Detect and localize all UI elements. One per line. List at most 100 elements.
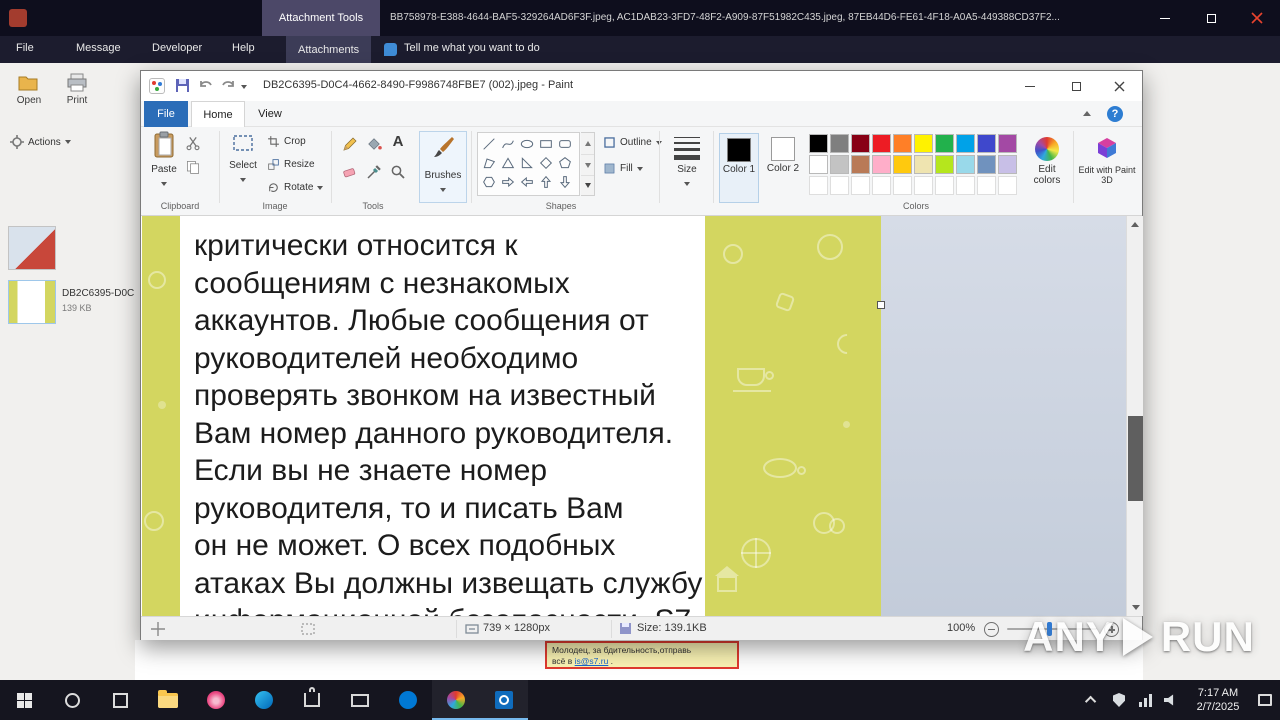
taskbar-paint[interactable] — [432, 680, 480, 720]
taskbar-photos[interactable] — [192, 680, 240, 720]
shape-oval-icon[interactable] — [517, 134, 536, 153]
zoom-out-button[interactable] — [984, 622, 999, 637]
resize-button[interactable]: Resize — [267, 158, 315, 171]
start-button[interactable] — [0, 680, 48, 720]
rotate-button[interactable]: Rotate — [267, 181, 324, 194]
color-picker-tool[interactable] — [365, 163, 383, 186]
zoom-slider-thumb[interactable] — [1047, 622, 1052, 636]
edit-with-paint3d-button[interactable]: Edit with Paint 3D — [1077, 133, 1137, 203]
palette-color-swatch[interactable] — [977, 134, 996, 153]
shape-polygon-icon[interactable] — [479, 153, 498, 172]
paint-maximize-button[interactable] — [1053, 71, 1099, 101]
shape-right-triangle-icon[interactable] — [517, 153, 536, 172]
palette-empty-slot[interactable] — [956, 176, 975, 195]
image-resize-handle[interactable] — [877, 301, 885, 309]
quick-print-button[interactable]: Print — [54, 71, 100, 127]
quick-access-dropdown-icon[interactable] — [241, 85, 247, 89]
ribbon-collapse-icon[interactable] — [1083, 111, 1091, 116]
brushes-button[interactable]: Brushes — [419, 131, 467, 203]
palette-color-swatch[interactable] — [830, 155, 849, 174]
paint-tab-file[interactable]: File — [144, 101, 188, 127]
attachment-thumbnail-2[interactable] — [8, 280, 56, 324]
contextual-tab-attachment-tools[interactable]: Attachment Tools — [262, 0, 380, 36]
palette-empty-slot[interactable] — [935, 176, 954, 195]
palette-empty-slot[interactable] — [830, 176, 849, 195]
palette-empty-slot[interactable] — [851, 176, 870, 195]
palette-color-swatch[interactable] — [809, 155, 828, 174]
scrollbar-thumb[interactable] — [1128, 416, 1143, 501]
palette-color-swatch[interactable] — [830, 134, 849, 153]
shape-outline-button[interactable]: Outline — [603, 136, 662, 149]
palette-color-swatch[interactable] — [935, 134, 954, 153]
palette-color-swatch[interactable] — [956, 134, 975, 153]
attachment-filename[interactable]: DB2C6395-D0C — [62, 288, 134, 299]
shapes-more-button[interactable] — [581, 175, 594, 195]
scrollbar-down-arrow[interactable] — [1127, 599, 1143, 616]
shape-up-arrow-icon[interactable] — [536, 172, 555, 191]
help-icon[interactable]: ? — [1107, 106, 1123, 122]
undo-button[interactable] — [198, 79, 214, 97]
shape-curve-icon[interactable] — [498, 134, 517, 153]
paint-tab-view[interactable]: View — [247, 101, 293, 127]
shape-rectangle-icon[interactable] — [536, 134, 555, 153]
actions-dropdown[interactable]: Actions — [10, 135, 71, 149]
text-tool[interactable]: A — [389, 133, 407, 151]
task-view-button[interactable] — [96, 680, 144, 720]
shape-line-icon[interactable] — [479, 134, 498, 153]
canvas-vertical-scrollbar[interactable] — [1126, 216, 1143, 616]
palette-color-swatch[interactable] — [893, 134, 912, 153]
palette-color-swatch[interactable] — [998, 134, 1017, 153]
action-center-button[interactable] — [1250, 680, 1280, 720]
palette-color-swatch[interactable] — [851, 134, 870, 153]
eraser-tool[interactable] — [341, 163, 359, 186]
tray-hidden-icons-button[interactable] — [1078, 680, 1106, 720]
fill-tool[interactable] — [365, 135, 383, 158]
edit-colors-button[interactable]: Edit colors — [1025, 133, 1069, 203]
crop-button[interactable]: Crop — [267, 135, 306, 148]
shape-pentagon-icon[interactable] — [555, 153, 574, 172]
zoom-slider-track[interactable] — [1007, 628, 1097, 630]
palette-empty-slot[interactable] — [893, 176, 912, 195]
palette-color-swatch[interactable] — [893, 155, 912, 174]
canvas-image[interactable]: критически относится к сообщениям с незна… — [142, 216, 881, 616]
paint-tab-home[interactable]: Home — [191, 101, 245, 127]
open-attachment-button[interactable]: Open — [6, 71, 52, 127]
paint-minimize-button[interactable] — [1007, 71, 1053, 101]
cut-button[interactable] — [185, 135, 201, 156]
shape-triangle-icon[interactable] — [498, 153, 517, 172]
save-button[interactable] — [175, 78, 190, 98]
tray-volume[interactable] — [1158, 680, 1184, 720]
palette-empty-slot[interactable] — [914, 176, 933, 195]
palette-color-swatch[interactable] — [851, 155, 870, 174]
shape-hexagon-icon[interactable] — [479, 172, 498, 191]
palette-color-swatch[interactable] — [809, 134, 828, 153]
outlook-close-button[interactable] — [1234, 0, 1280, 36]
tab-developer[interactable]: Developer — [152, 42, 202, 54]
copy-button[interactable] — [185, 159, 201, 180]
tray-network[interactable] — [1132, 680, 1158, 720]
taskbar-file-explorer[interactable] — [144, 680, 192, 720]
pencil-tool[interactable] — [341, 135, 359, 158]
outlook-maximize-button[interactable] — [1188, 0, 1234, 36]
outlook-minimize-button[interactable] — [1142, 0, 1188, 36]
zoom-in-button[interactable] — [1104, 622, 1119, 637]
color1-button[interactable]: Color 1 — [719, 133, 759, 203]
tray-defender[interactable] — [1106, 680, 1132, 720]
redo-button[interactable] — [220, 79, 236, 97]
shape-rounded-rectangle-icon[interactable] — [555, 134, 574, 153]
palette-color-swatch[interactable] — [914, 134, 933, 153]
palette-color-swatch[interactable] — [872, 155, 891, 174]
alert-email-link[interactable]: is@s7.ru — [575, 656, 609, 666]
color2-button[interactable]: Color 2 — [763, 133, 803, 203]
attachment-thumbnail-1[interactable] — [8, 226, 56, 270]
palette-color-swatch[interactable] — [998, 155, 1017, 174]
palette-color-swatch[interactable] — [914, 155, 933, 174]
tab-file[interactable]: File — [16, 42, 34, 54]
palette-empty-slot[interactable] — [998, 176, 1017, 195]
palette-color-swatch[interactable] — [977, 155, 996, 174]
shape-diamond-icon[interactable] — [536, 153, 555, 172]
tab-attachments-selected[interactable]: Attachments — [286, 36, 372, 63]
tell-me-box[interactable]: Tell me what you want to do — [404, 42, 540, 54]
search-button[interactable] — [48, 680, 96, 720]
tab-help[interactable]: Help — [232, 42, 255, 54]
